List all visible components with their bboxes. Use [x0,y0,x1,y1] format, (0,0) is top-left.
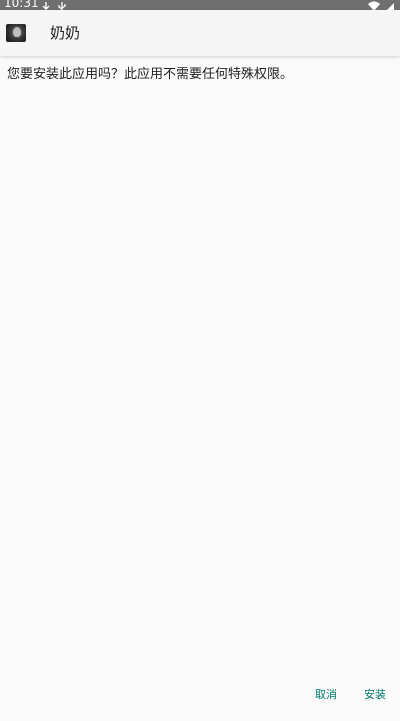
app-name: 奶奶 [50,24,81,42]
app-thumbnail-icon [6,24,26,42]
install-prompt-message: 您要安装此应用吗？此应用不需要任何特殊权限。 [7,67,294,82]
status-time: 10:31 [4,0,39,10]
download-icon [40,0,52,10]
status-bar: 10:31 [0,0,400,10]
app-header: 奶奶 [0,10,400,56]
cancel-button[interactable]: 取消 [315,687,337,703]
dialog-actions: 取消 安装 [0,687,400,707]
wifi-icon [368,0,380,10]
usb-icon [56,0,68,10]
install-button[interactable]: 安装 [364,687,386,703]
battery-icon [384,0,396,10]
